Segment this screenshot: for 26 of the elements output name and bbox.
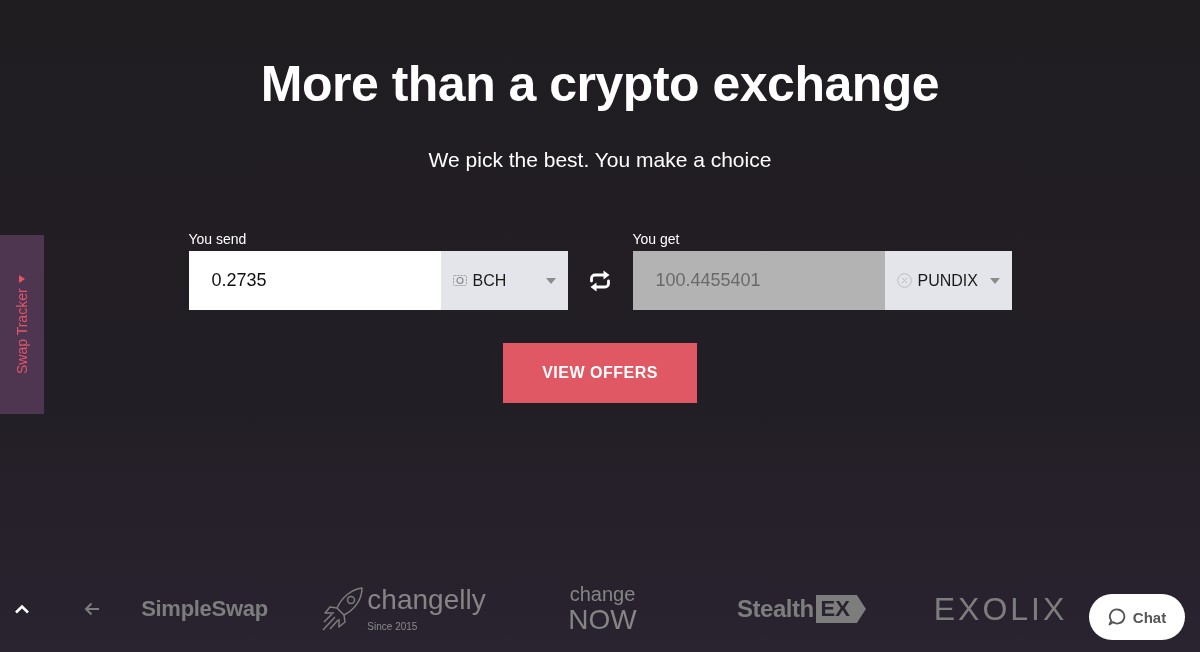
arrow-left-icon[interactable] — [84, 602, 100, 616]
caret-icon — [19, 275, 25, 284]
caret-icon — [989, 277, 1000, 284]
page-title: More than a crypto exchange — [260, 55, 940, 114]
partner-logo: Stealth — [737, 595, 814, 623]
partner-logo: NOW — [568, 605, 637, 635]
field-label: You send — [188, 231, 247, 247]
partner-logo: change — [569, 583, 636, 605]
logo-tag: EX — [815, 595, 866, 623]
circle-x-icon — [896, 273, 912, 288]
view-offers-button[interactable]: VIEW OFFERS — [503, 343, 697, 403]
page-subtitle: We pick the best. You make a choice — [428, 147, 772, 173]
rocket-icon — [321, 586, 366, 632]
partner-logo: EXOLIX — [933, 590, 1068, 628]
amount-field[interactable]: 0.2735 — [188, 251, 441, 310]
field-label: You get — [632, 231, 680, 247]
partner-logo: changelly — [367, 585, 486, 615]
logo-tagline: Since 2015 — [367, 621, 418, 633]
currency-select[interactable]: BCH — [440, 251, 568, 310]
swap-icon[interactable] — [588, 268, 612, 293]
coin-icon — [452, 275, 467, 286]
chevron-up-icon[interactable] — [14, 604, 30, 614]
caret-icon — [545, 277, 556, 284]
chat-button[interactable]: Chat — [1089, 594, 1185, 640]
partner-logo: SimpleSwap — [141, 596, 268, 622]
speech-bubble-icon — [1107, 608, 1126, 626]
